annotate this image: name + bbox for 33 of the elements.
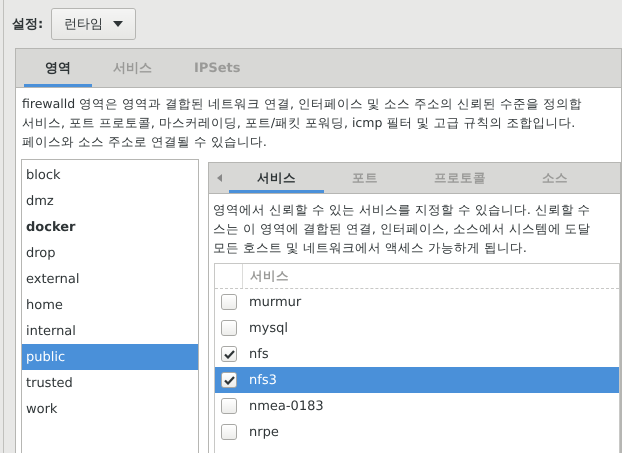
service-name: murmur bbox=[249, 294, 302, 310]
description-text: firewalld 영역은 영역과 결합된 네트워크 연결, 인터페이스 및 소스 주소의 신뢰된 수준을 정의합 서비스, 포트 프로토콜, 마스커레이딩, 포트/패킷 포워딩, icmp 필터 및 고급 규칙의 조합입니다. 페이스와 소스 주소로 연결될 수 있습니다. bbox=[21, 95, 583, 151]
settings-label: 설정: bbox=[12, 16, 44, 33]
service-row[interactable]: murmur bbox=[215, 289, 619, 315]
checkbox[interactable] bbox=[221, 294, 237, 310]
service-name: nfs bbox=[249, 346, 269, 362]
service-row[interactable]: nmea-0183 bbox=[215, 393, 619, 419]
tab[interactable]: 서비스 bbox=[229, 163, 324, 193]
configuration-dropdown[interactable]: 런타임 bbox=[51, 8, 136, 40]
service-row[interactable]: mysql bbox=[215, 315, 619, 341]
checkbox[interactable] bbox=[221, 372, 237, 388]
service-row[interactable]: nfs bbox=[215, 341, 619, 367]
zone-item[interactable]: dmz bbox=[22, 188, 198, 214]
tab[interactable]: 영역 bbox=[24, 49, 92, 87]
checkbox[interactable] bbox=[221, 346, 237, 362]
zone-item[interactable]: docker bbox=[22, 214, 198, 240]
service-name: nrpe bbox=[249, 424, 279, 440]
zone-item[interactable]: drop bbox=[22, 240, 198, 266]
service-name: mysql bbox=[249, 320, 288, 336]
service-name: nmea-0183 bbox=[249, 398, 324, 414]
checkbox[interactable] bbox=[221, 424, 237, 440]
caret-icon bbox=[113, 21, 124, 27]
service-name: nfs3 bbox=[249, 372, 277, 388]
zone-item[interactable]: work bbox=[22, 396, 198, 422]
zone-item[interactable]: external bbox=[22, 266, 198, 292]
services-description: 영역에서 신뢰할 수 있는 서비스를 지정할 수 있습니다. 신뢰할 수 스는 이 영역에 결합된 연결, 인터페이스, 소스에서 시스템에 도달 모든 호스트 및 네트워크에서 액세스 가능하게 됩니다. bbox=[212, 201, 592, 257]
zone-item[interactable]: trusted bbox=[22, 370, 198, 396]
checkbox[interactable] bbox=[221, 320, 237, 336]
zone-item[interactable]: internal bbox=[22, 318, 198, 344]
zone-item[interactable]: block bbox=[22, 162, 198, 188]
checkbox[interactable] bbox=[221, 398, 237, 414]
service-row[interactable]: nrpe bbox=[215, 419, 619, 445]
zone-item[interactable]: home bbox=[22, 292, 198, 318]
